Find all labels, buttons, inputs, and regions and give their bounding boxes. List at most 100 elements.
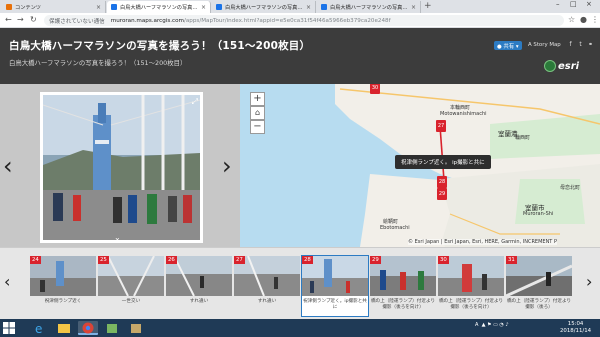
browser-tab-active[interactable]: 白鳥大橋ハーフマラソンの写真を撮ろう！ × <box>107 1 211 13</box>
maximize-icon[interactable]: □ <box>570 0 577 8</box>
thumbnail-item[interactable]: 29 橋の上（陸運ランプ）付近より撮影（後ろを向け） <box>370 256 436 316</box>
ime-indicator[interactable]: A <box>475 322 478 328</box>
tab-favicon-icon <box>111 4 117 10</box>
map-marker[interactable]: 29 <box>437 188 447 200</box>
story-title: 白鳥大橋ハーフマラソンの写真を撮ろう！（151〜200枚目） <box>9 40 311 52</box>
story-map-link[interactable]: A Story Map <box>528 42 561 48</box>
map-marker[interactable]: 27 <box>436 120 446 132</box>
url-path: /apps/MapTour/index.html?appid=e5e0ca31f… <box>183 17 391 24</box>
map-view[interactable]: + ⌂ − 室蘭港 絵鞆町 Ebotomachi 室蘭市 Muroran-Shi… <box>240 84 600 247</box>
thumbnail-number: 31 <box>506 256 517 264</box>
thumbnail-carousel: ‹ 24 祝津側ランプ近く 25 一世交い 26 すれ違い 27 すれ違い 28… <box>0 247 600 319</box>
thumbnail-number: 26 <box>166 256 177 264</box>
map-label: Muroran-Shi <box>523 211 554 217</box>
globe-icon <box>544 60 556 72</box>
taskbar-clock[interactable]: 15:04 2018/11/14 <box>560 321 591 335</box>
next-photo-button[interactable]: › <box>222 154 232 178</box>
thumbnail-caption: 橋の上（陸運ランプ）付近より撮影（後ろ） <box>506 299 572 310</box>
clock-date: 2018/11/14 <box>560 328 592 334</box>
tab-close-icon[interactable]: × <box>411 4 416 11</box>
fullscreen-icon[interactable]: ⤢ <box>192 97 198 107</box>
tab-title: 白鳥大橋ハーフマラソンの写真を撮ろう！ <box>225 4 303 11</box>
map-label: 母恋北町 <box>560 185 581 191</box>
browser-tab-contents[interactable]: コンテンツ × <box>2 1 106 13</box>
map-marker[interactable]: 30 <box>370 84 380 94</box>
map-marker-selected[interactable]: 28 <box>437 176 447 188</box>
tab-favicon-icon <box>321 4 327 10</box>
reload-icon[interactable]: ↻ <box>30 15 37 24</box>
zoom-in-button[interactable]: + <box>250 92 265 106</box>
tab-close-icon[interactable]: × <box>96 4 101 11</box>
clock-time: 15:04 <box>567 321 584 327</box>
tab-favicon-icon <box>6 4 12 10</box>
thumbnail-number: 24 <box>30 256 41 264</box>
share-button[interactable]: ● 共有 ▾ <box>494 41 522 50</box>
thumbnail-caption: 祝津側ランプ近く。ip撮影と共に <box>303 299 367 310</box>
tab-close-icon[interactable]: × <box>306 4 311 11</box>
security-status: 保護されていない通信 <box>49 18 105 25</box>
zoom-out-button[interactable]: − <box>250 120 265 134</box>
tab-favicon-icon <box>216 4 222 10</box>
thumbnail-item[interactable]: 31 橋の上（陸運ランプ）付近より撮影（後ろ） <box>506 256 572 316</box>
thumbnail-number: 27 <box>234 256 245 264</box>
close-window-icon[interactable]: × <box>586 0 592 8</box>
facebook-icon[interactable]: f <box>567 41 574 48</box>
thumbnail-number: 25 <box>98 256 109 264</box>
map-label: 絵鞆町 <box>383 219 399 225</box>
story-header: 白鳥大橋ハーフマラソンの写真を撮ろう！（151〜200枚目） 白鳥大橋ハーフマラ… <box>0 28 600 84</box>
tour-photo[interactable]: ⤢ ⌄ <box>40 92 203 243</box>
windows-start-icon[interactable] <box>3 322 15 334</box>
thumbnail-caption: すれ違い <box>189 299 209 304</box>
tab-close-icon[interactable]: × <box>201 4 206 11</box>
esri-wordmark: esri <box>558 60 580 72</box>
media-panel: ‹ ⤢ ⌄ › <box>0 84 240 247</box>
browser-tab[interactable]: 白鳥大橋ハーフマラソンの写真を撮ろう！ × <box>212 1 316 13</box>
browser-toolbar: ← → ↻ 保護されていない通信 muroran.maps.arcgis.com… <box>0 13 600 28</box>
thumbnail-item[interactable]: 25 一世交い <box>98 256 164 316</box>
twitter-icon[interactable]: t <box>577 41 584 48</box>
minimize-icon[interactable]: – <box>556 0 560 8</box>
esri-logo[interactable]: esri <box>544 60 579 72</box>
file-explorer-icon[interactable] <box>54 321 74 335</box>
previous-photo-button[interactable]: ‹ <box>3 154 13 178</box>
tab-title: コンテンツ <box>15 4 41 11</box>
caption-toggle-icon[interactable]: ⌄ <box>114 233 121 242</box>
map-label: Ebotomachi <box>380 225 410 231</box>
internet-explorer-icon[interactable]: e <box>30 321 50 336</box>
account-icon[interactable]: ● <box>580 15 587 24</box>
thumbnail-item[interactable]: 26 すれ違い <box>166 256 232 316</box>
back-icon[interactable]: ← <box>5 15 12 24</box>
thumbnail-caption: 橋の上（陸運ランプ）付近より撮影（後ろを向け） <box>438 299 504 310</box>
carousel-next-button[interactable]: › <box>586 272 592 291</box>
thumbnail-item-selected[interactable]: 28 祝津側ランプ近く。ip撮影と共に <box>301 255 369 317</box>
tab-title: 白鳥大橋ハーフマラソンの写真を撮ろう！ <box>120 4 198 11</box>
menu-icon[interactable]: ⋮ <box>591 15 599 24</box>
thumbnail-item[interactable]: 27 すれ違い <box>234 256 300 316</box>
thumbnail-number: 28 <box>302 256 313 264</box>
thumbnail-caption: すれ違い <box>257 299 277 304</box>
address-bar[interactable]: 保護されていない通信 muroran.maps.arcgis.com /apps… <box>44 15 564 26</box>
url-host: muroran.maps.arcgis.com <box>110 17 184 24</box>
tab-title: 白鳥大橋ハーフマラソンの写真を撮ろう！ <box>330 4 408 11</box>
carousel-previous-button[interactable]: ‹ <box>4 272 10 291</box>
windows-taskbar: e A ▲ ⚑ ▭ ◔ ♪ 15:04 2018/11/14 <box>0 319 600 337</box>
browser-tab[interactable]: 白鳥大橋ハーフマラソンの写真を撮ろう！ × <box>317 1 421 13</box>
thumbnail-number: 30 <box>438 256 449 264</box>
system-tray[interactable]: A ▲ ⚑ ▭ ◔ ♪ <box>475 322 509 328</box>
thumbnail-item[interactable]: 24 祝津側ランプ近く <box>30 256 96 316</box>
chrome-icon[interactable] <box>78 321 98 335</box>
thumbnail-number: 29 <box>370 256 381 264</box>
app-icon[interactable] <box>126 321 146 335</box>
map-label: Motowanishimachi <box>440 111 487 117</box>
thumbnail-caption: 祝津側ランプ近く <box>44 299 82 304</box>
app-icon[interactable] <box>102 321 122 335</box>
home-button[interactable]: ⌂ <box>250 106 265 120</box>
new-tab-button[interactable]: + <box>424 1 432 11</box>
link-icon[interactable]: ⚭ <box>587 41 594 48</box>
svg-text:e: e <box>35 322 42 335</box>
story-subtitle: 白鳥大橋ハーフマラソンの写真を撮ろう！（151〜200枚目） <box>9 59 187 67</box>
bookmark-star-icon[interactable]: ☆ <box>568 15 575 24</box>
marker-tooltip: 祝津側ランプ近く。 ip撮影と共に <box>395 155 491 169</box>
forward-icon[interactable]: → <box>17 15 24 24</box>
thumbnail-item[interactable]: 30 橋の上（陸運ランプ）付近より撮影（後ろを向け） <box>438 256 504 316</box>
